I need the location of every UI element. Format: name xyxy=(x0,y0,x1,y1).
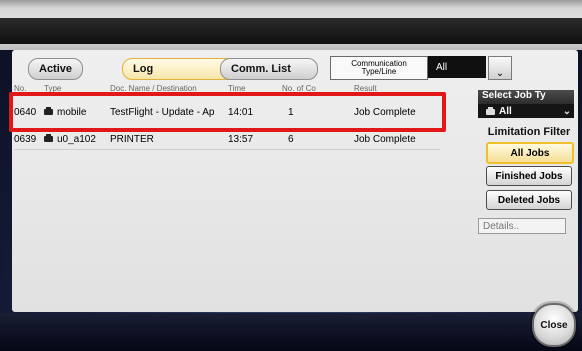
select-job-type-dropdown[interactable]: All ⌄ xyxy=(478,104,574,118)
tab-active-label: Active xyxy=(39,63,73,75)
close-label: Close xyxy=(540,319,568,331)
deleted-jobs-label: Deleted Jobs xyxy=(497,194,561,206)
table-row[interactable]: 0639 u0_a102 PRINTER 13:57 6 Job Complet… xyxy=(14,130,440,150)
tab-comm-list[interactable]: Comm. List xyxy=(220,58,318,80)
row-doc-name: PRINTER xyxy=(110,134,154,145)
details-button[interactable]: Details.. xyxy=(478,218,566,234)
chevron-down-icon[interactable]: ⌄ xyxy=(488,56,512,80)
tab-active[interactable]: Active xyxy=(28,58,84,80)
close-button[interactable]: Close xyxy=(532,303,576,347)
row-no: 0639 xyxy=(14,134,37,145)
row-type: u0_a102 xyxy=(42,134,96,145)
tab-log[interactable]: Log xyxy=(122,58,236,80)
row-type-text: u0_a102 xyxy=(57,134,96,145)
bottom-bar xyxy=(0,313,582,351)
device-screen: Active Log Comm. List Communication Type… xyxy=(0,0,582,351)
chevron-down-icon: ⌄ xyxy=(562,105,572,117)
communication-type-value[interactable]: All xyxy=(428,56,486,78)
communication-type-line-label: Communication Type/Line xyxy=(330,56,428,80)
communication-type-value-text: All xyxy=(436,61,448,73)
all-jobs-button[interactable]: All Jobs xyxy=(486,142,574,164)
communication-type-line-text: Communication Type/Line xyxy=(351,59,407,76)
all-jobs-label: All Jobs xyxy=(510,147,550,159)
highlight-box xyxy=(9,92,446,132)
details-label: Details.. xyxy=(483,220,520,232)
select-job-type-label: Select Job Ty xyxy=(478,90,574,104)
printer-icon xyxy=(486,106,496,116)
top-shadow xyxy=(0,18,582,44)
tab-log-label: Log xyxy=(133,63,154,75)
limitation-filter-title: Limitation Filter xyxy=(487,126,571,138)
row-count: 6 xyxy=(288,134,294,145)
finished-jobs-label: Finished Jobs xyxy=(495,170,563,182)
select-job-type-value: All xyxy=(499,105,512,117)
finished-jobs-button[interactable]: Finished Jobs xyxy=(486,166,572,186)
row-time: 13:57 xyxy=(228,134,254,145)
device-icon xyxy=(44,134,54,143)
tab-comm-list-label: Comm. List xyxy=(231,63,291,75)
row-result: Job Complete xyxy=(354,134,416,145)
deleted-jobs-button[interactable]: Deleted Jobs xyxy=(486,190,572,210)
